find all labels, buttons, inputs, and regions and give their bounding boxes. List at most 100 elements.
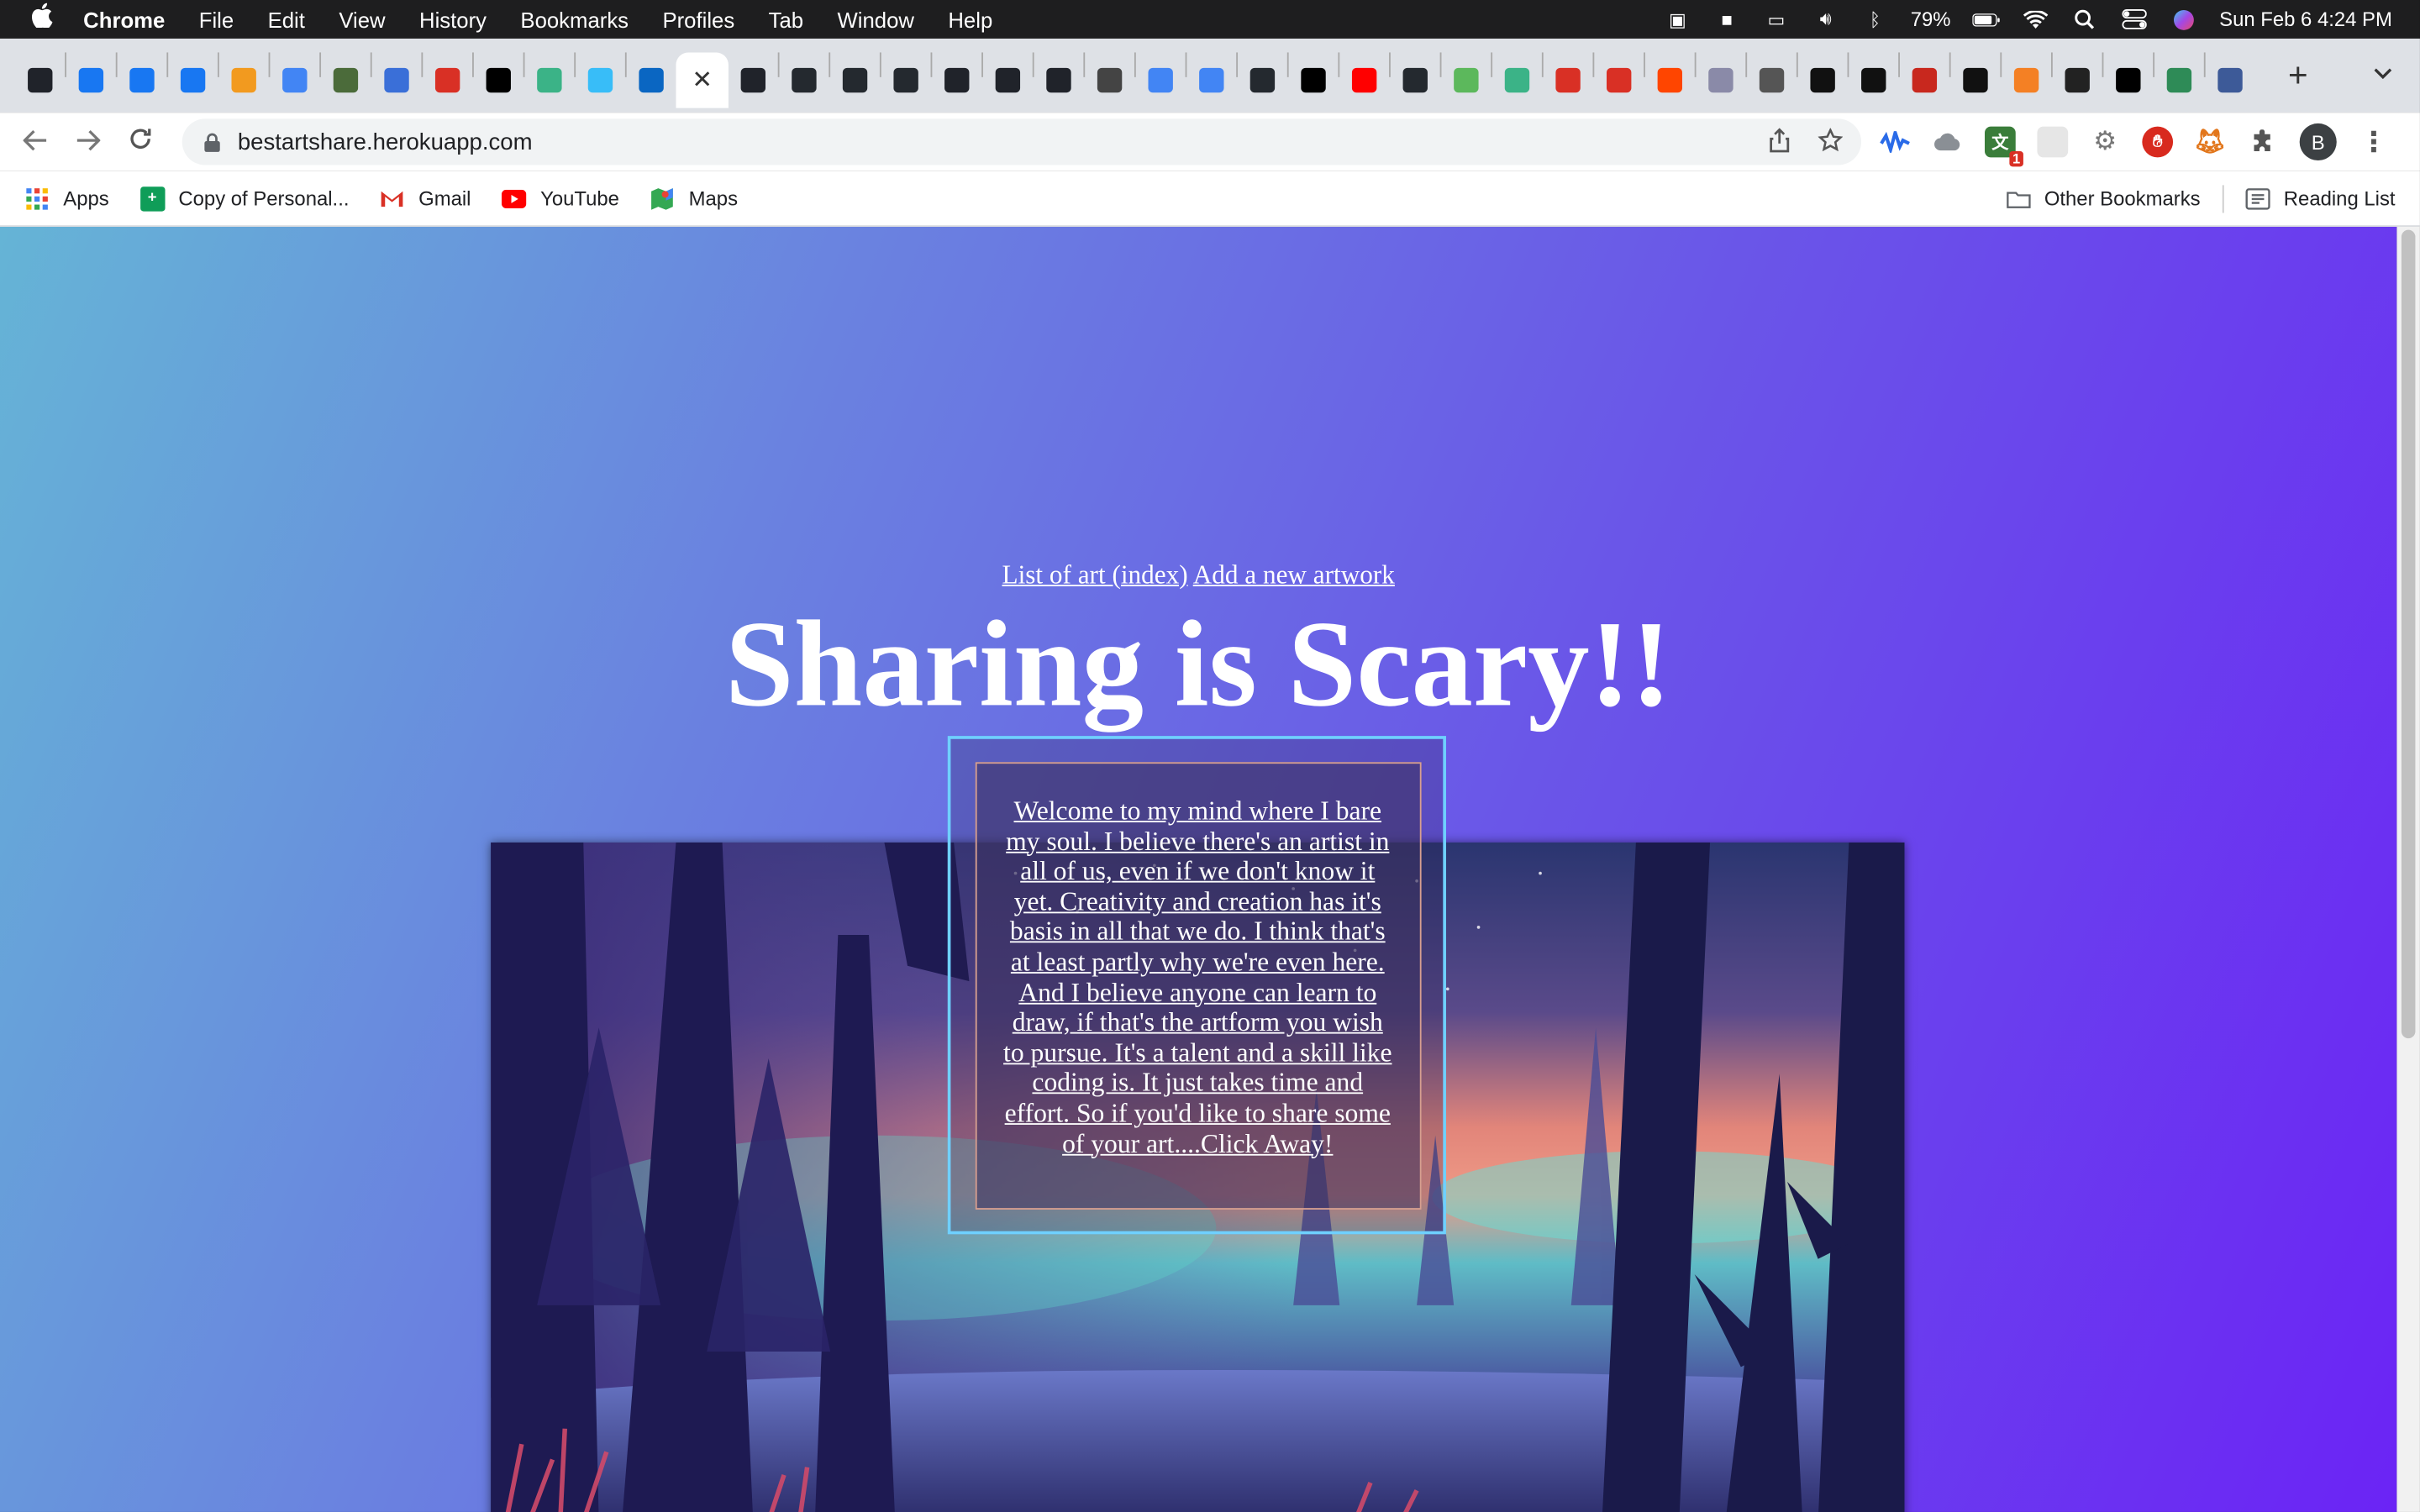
menu-help[interactable]: Help <box>948 7 992 31</box>
menu-view[interactable]: View <box>339 7 385 31</box>
bookmark-maps[interactable]: Maps <box>650 186 738 210</box>
browser-tab[interactable] <box>168 52 218 108</box>
browser-tab[interactable] <box>1034 52 1084 108</box>
browser-tab[interactable] <box>423 52 472 108</box>
browser-tab[interactable] <box>1492 52 1542 108</box>
browser-tab[interactable] <box>1645 52 1695 108</box>
menu-app-name[interactable]: Chrome <box>83 7 165 31</box>
siri-icon[interactable] <box>2170 8 2197 30</box>
bookmark-youtube[interactable]: YouTube <box>502 186 619 210</box>
browser-tab[interactable] <box>1391 52 1440 108</box>
browser-tab[interactable] <box>1849 52 1898 108</box>
forward-button[interactable] <box>61 126 113 159</box>
menu-profiles[interactable]: Profiles <box>662 7 734 31</box>
browser-tab[interactable] <box>1900 52 1949 108</box>
wifi-icon[interactable] <box>2022 8 2049 30</box>
battery-icon[interactable] <box>1972 8 2000 30</box>
browser-tab[interactable] <box>1136 52 1186 108</box>
browser-tab[interactable] <box>1289 52 1339 108</box>
clock-datetime[interactable]: Sun Feb 6 4:24 PM <box>2219 8 2392 31</box>
menu-window[interactable]: Window <box>837 7 913 31</box>
browser-tab[interactable] <box>1085 52 1134 108</box>
reload-button[interactable] <box>114 126 166 159</box>
address-bar[interactable]: bestartshare.herokuapp.com <box>182 118 1862 165</box>
browser-tab[interactable] <box>1697 52 1746 108</box>
browser-tab[interactable] <box>2103 52 2153 108</box>
browser-tab[interactable] <box>1747 52 1797 108</box>
browser-tab[interactable] <box>729 52 778 108</box>
browser-tab[interactable] <box>627 52 676 108</box>
profile-avatar[interactable]: B <box>2299 123 2337 161</box>
browser-tab[interactable] <box>270 52 319 108</box>
share-icon[interactable] <box>1769 128 1791 160</box>
browser-tab[interactable] <box>66 52 116 108</box>
metamask-fox-icon[interactable]: 🦊︎ <box>2195 127 2226 158</box>
menu-bookmarks[interactable]: Bookmarks <box>520 7 629 31</box>
signal-extension-icon[interactable] <box>1880 127 1911 158</box>
browser-tab[interactable] <box>2206 52 2255 108</box>
page-scrollbar[interactable] <box>2396 226 2420 1512</box>
new-tab-button[interactable]: + <box>2276 55 2319 96</box>
browser-tab[interactable] <box>780 52 829 108</box>
tab-search-chevron-icon[interactable] <box>2374 60 2392 85</box>
browser-tab[interactable] <box>15 52 65 108</box>
browser-tab[interactable] <box>1951 52 2001 108</box>
lock-icon[interactable] <box>201 131 223 153</box>
browser-tab[interactable] <box>321 52 371 108</box>
browser-tab[interactable] <box>118 52 167 108</box>
shield-app-icon[interactable]: ▣ <box>1664 8 1691 30</box>
browser-tab[interactable] <box>1186 52 1236 108</box>
blank-extension-icon[interactable] <box>2037 126 2069 158</box>
bookmark-copy-of-personal[interactable]: + Copy of Personal... <box>139 186 349 211</box>
close-tab-icon[interactable]: ✕ <box>692 65 713 96</box>
browser-tab[interactable] <box>2154 52 2204 108</box>
tab-active[interactable]: ✕ <box>676 52 729 108</box>
translate-extension-icon[interactable]: 文 1 <box>1984 126 2023 167</box>
settings-gear-extension-icon[interactable]: ⚙ <box>2090 127 2121 158</box>
chrome-menu-kebab-icon[interactable]: ⋮ <box>2358 126 2389 158</box>
menu-history[interactable]: History <box>419 7 487 31</box>
display-icon[interactable]: ▭ <box>1762 8 1790 30</box>
bluetooth-icon[interactable]: ᛒ <box>1861 8 1889 30</box>
browser-tab[interactable] <box>2053 52 2102 108</box>
browser-tab[interactable] <box>1238 52 1287 108</box>
browser-tab[interactable] <box>524 52 574 108</box>
menu-file[interactable]: File <box>199 7 234 31</box>
browser-tab[interactable] <box>372 52 422 108</box>
browser-tab[interactable] <box>881 52 931 108</box>
back-button[interactable] <box>9 126 61 159</box>
extensions-puzzle-icon[interactable] <box>2247 127 2278 158</box>
browser-tab[interactable] <box>1544 52 1593 108</box>
add-new-artwork-link[interactable]: Add a new artwork <box>1193 560 1395 590</box>
browser-tab[interactable] <box>1441 52 1491 108</box>
browser-tab[interactable] <box>474 52 523 108</box>
browser-tab[interactable] <box>983 52 1033 108</box>
control-center-icon[interactable] <box>2121 8 2149 30</box>
browser-tab[interactable] <box>1594 52 1644 108</box>
scrollbar-thumb[interactable] <box>2401 229 2416 1039</box>
cloud-extension-icon[interactable] <box>1933 127 1964 158</box>
browser-tab[interactable] <box>830 52 880 108</box>
chrome-icon <box>1759 67 1785 93</box>
bookmark-gmail[interactable]: Gmail <box>380 186 471 210</box>
zoom-icon[interactable]: ■ <box>1713 8 1741 30</box>
apple-icon[interactable] <box>31 3 59 36</box>
other-bookmarks[interactable]: Other Bookmarks <box>2006 186 2201 210</box>
browser-tab[interactable] <box>219 52 269 108</box>
browser-tab[interactable] <box>1798 52 1848 108</box>
browser-tab[interactable] <box>576 52 625 108</box>
bookmark-apps[interactable]: Apps <box>24 186 109 210</box>
reading-list[interactable]: Reading List <box>2244 186 2396 210</box>
browser-tab[interactable] <box>932 52 981 108</box>
bookmark-star-icon[interactable] <box>1818 127 1844 160</box>
stop-hand-extension-icon[interactable]: ✋︎ <box>2142 126 2174 158</box>
menu-tab[interactable]: Tab <box>769 7 803 31</box>
browser-tab[interactable] <box>1339 52 1389 108</box>
volume-icon[interactable]: 🔊︎ <box>1812 8 1839 30</box>
list-of-art-link[interactable]: List of art (index) <box>1002 560 1188 590</box>
welcome-message-link[interactable]: Welcome to my mind where I bare my soul.… <box>1003 796 1392 1159</box>
browser-tab[interactable] <box>2002 52 2051 108</box>
url-text[interactable]: bestartshare.herokuapp.com <box>238 129 533 155</box>
menu-edit[interactable]: Edit <box>268 7 305 31</box>
spotlight-search-icon[interactable] <box>2071 8 2099 30</box>
